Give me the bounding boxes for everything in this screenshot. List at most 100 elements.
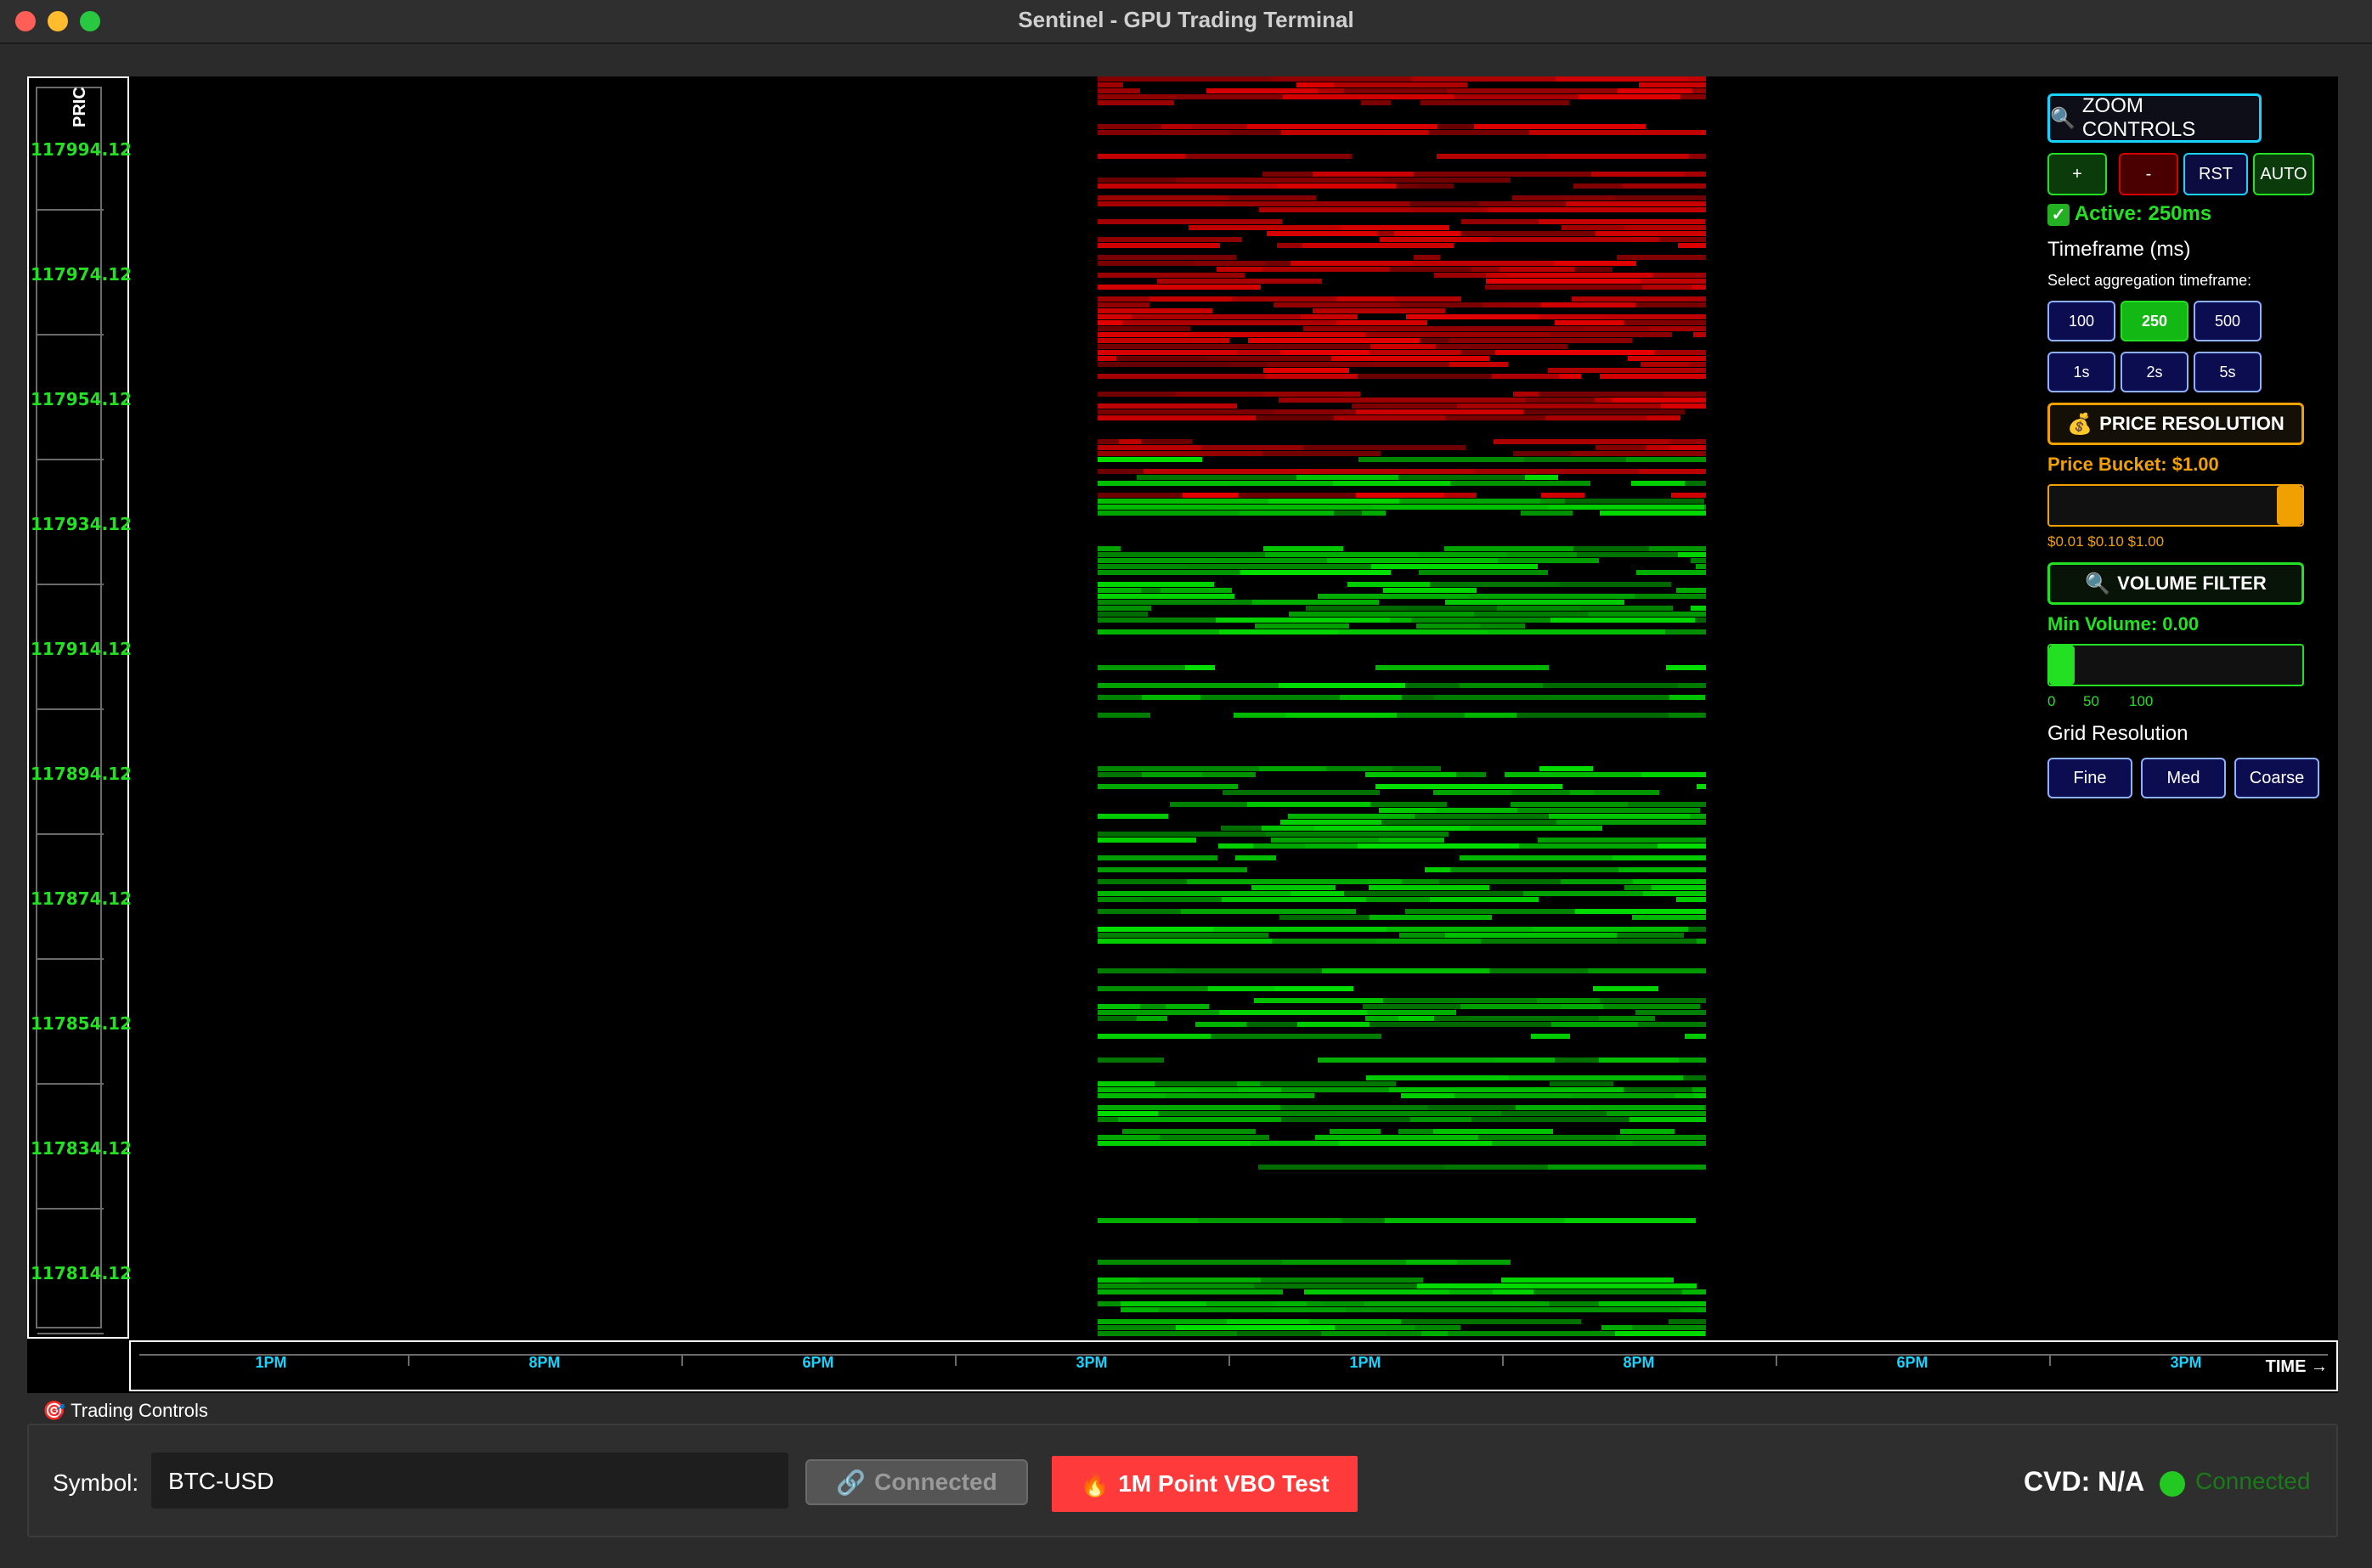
heatmap-cell [1144, 469, 1316, 474]
heatmap-cell [1439, 879, 1561, 884]
heatmap-cell [1098, 183, 1277, 189]
heatmap-cell [1363, 1004, 1460, 1009]
heatmap-cell [1599, 1016, 1655, 1021]
time-axis-tick [408, 1354, 409, 1366]
heatmap-cell [1252, 600, 1379, 605]
heatmap-cell [1370, 1022, 1551, 1027]
heatmap-cell [1098, 350, 1237, 355]
heatmap-cell [1618, 939, 1697, 944]
price-bucket-slider-handle[interactable] [2277, 486, 2302, 525]
price-resolution-header[interactable]: 💰 PRICE RESOLUTION [2047, 403, 2304, 445]
price-axis-tick [37, 334, 104, 336]
time-label: 1PM [255, 1354, 287, 1371]
heatmap-cell [1493, 1289, 1533, 1294]
heatmap-cell [1375, 665, 1549, 670]
heatmap-cell [1281, 130, 1428, 135]
heatmap-cell [1098, 933, 1268, 938]
timeframe-button-5s[interactable]: 5s [2194, 352, 2262, 392]
heatmap-cell [1548, 368, 1706, 373]
heatmap-cell [1405, 909, 1575, 914]
heatmap-cell [1263, 368, 1349, 373]
heatmap-cell [1251, 885, 1336, 890]
vbo-test-button[interactable]: 🔥 1M Point VBO Test [1052, 1456, 1358, 1512]
connect-button[interactable]: 🔗 Connected [805, 1459, 1028, 1505]
heatmap-cell [1539, 392, 1663, 397]
heatmap-cell [1680, 94, 1706, 99]
heatmap-cell [1401, 1093, 1454, 1098]
heatmap-cell [1652, 273, 1706, 278]
heatmap-cell [1277, 183, 1396, 189]
zoom-auto-button[interactable]: AUTO [2253, 153, 2314, 195]
heatmap-cell [1595, 445, 1646, 450]
zoom-in-button[interactable]: + [2047, 153, 2107, 195]
heatmap-cell [1415, 1325, 1460, 1330]
heatmap-cell [1696, 564, 1706, 569]
heatmap-cell [1098, 695, 1142, 700]
heatmap-cell [1188, 564, 1371, 569]
timeframe-button-250[interactable]: 250 [2121, 301, 2188, 341]
time-axis-tick [1502, 1354, 1504, 1366]
heatmap-cell [1352, 403, 1378, 409]
heatmap-cell [1693, 332, 1706, 337]
heatmap-cell [1414, 255, 1440, 260]
heatmap-chart[interactable]: PRIC 117994.12 117974.12 117954.12 117934.1… [27, 76, 2338, 1393]
heatmap-cell [1098, 124, 1161, 129]
heatmap-cell [1402, 879, 1439, 884]
price-label: 117954.12 [31, 389, 132, 409]
heatmap-cell [1599, 1058, 1679, 1063]
timeframe-title: Timeframe (ms) [2047, 238, 2191, 261]
heatmap-cell [1322, 968, 1489, 973]
heatmap-cell [1341, 225, 1449, 230]
grid-coarse-button[interactable]: Coarse [2234, 758, 2319, 798]
zoom-reset-button[interactable]: RST [2183, 153, 2248, 195]
heatmap-cell [1219, 629, 1339, 635]
heatmap-cell [1580, 606, 1673, 611]
heatmap-cell [1279, 398, 1390, 403]
min-volume-slider-handle[interactable] [2049, 646, 2075, 685]
heatmap-cell [1376, 939, 1481, 944]
heatmap-cell [1224, 201, 1409, 206]
heatmap-cell [1556, 76, 1688, 82]
heatmap-cell [1603, 1004, 1700, 1009]
heatmap-cell [1098, 665, 1185, 670]
heatmap-cell [1690, 814, 1706, 819]
price-axis-tick [37, 209, 104, 211]
volume-filter-header[interactable]: 🔍 VOLUME FILTER [2047, 562, 2304, 605]
timeframe-button-1s[interactable]: 1s [2047, 352, 2115, 392]
heatmap-cell [1460, 855, 1612, 860]
heatmap-cell [1267, 362, 1371, 367]
heatmap-cell [1486, 279, 1641, 284]
heatmap-cell [1303, 445, 1466, 450]
heatmap-cell [1098, 1218, 1198, 1223]
timeframe-button-100[interactable]: 100 [2047, 301, 2115, 341]
heatmap-cell [1098, 600, 1252, 605]
heatmap-cell [1407, 606, 1497, 611]
heatmap-cell [1479, 201, 1566, 206]
heatmap-cell [1669, 445, 1706, 450]
heatmap-cell [1646, 415, 1680, 420]
heatmap-cell [1447, 88, 1618, 93]
heatmap-cell [1430, 582, 1560, 587]
grid-fine-button[interactable]: Fine [2047, 758, 2132, 798]
heatmap-cell [1498, 558, 1599, 563]
heatmap-cell [1098, 897, 1143, 902]
heatmap-cell [1652, 885, 1706, 890]
heatmap-cell [1480, 623, 1525, 629]
price-bucket-slider[interactable] [2047, 484, 2304, 527]
time-axis-tick [955, 1354, 957, 1366]
heatmap-cell [1539, 219, 1705, 224]
heatmap-cell [1494, 439, 1670, 444]
heatmap-cell [1283, 94, 1454, 99]
grid-med-button[interactable]: Med [2141, 758, 2226, 798]
heatmap-cell [1488, 207, 1588, 212]
heatmap-cell [1386, 927, 1533, 932]
timeframe-button-2s[interactable]: 2s [2121, 352, 2188, 392]
heatmap-cell [1396, 183, 1419, 189]
symbol-input[interactable]: BTC-USD [151, 1452, 788, 1509]
heatmap-cell [1261, 1278, 1423, 1283]
zoom-out-button[interactable]: - [2119, 153, 2178, 195]
heatmap-cell [1313, 172, 1414, 177]
min-volume-slider[interactable] [2047, 644, 2304, 686]
timeframe-button-500[interactable]: 500 [2194, 301, 2262, 341]
zoom-controls-header[interactable]: 🔍 ZOOM CONTROLS [2047, 93, 2262, 143]
